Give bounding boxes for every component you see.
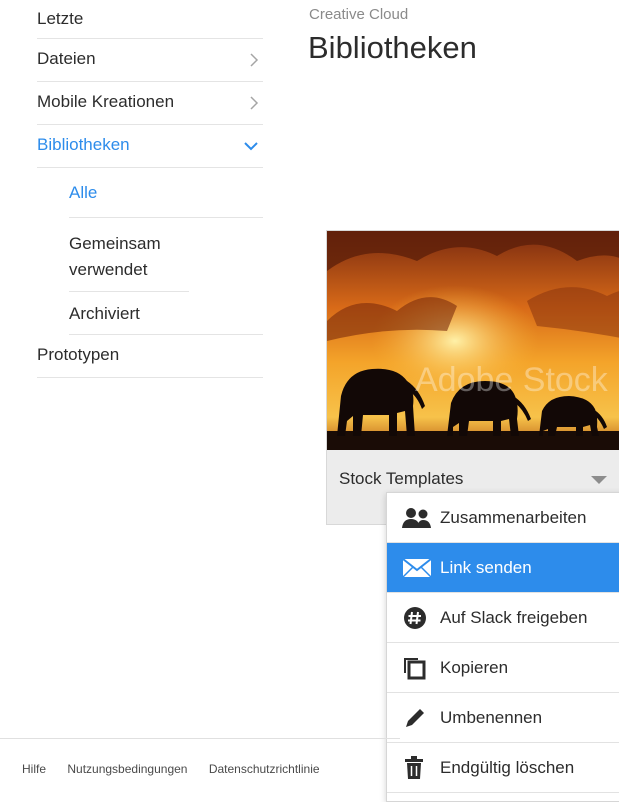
sidebar-item-label: Letzte	[37, 9, 84, 28]
breadcrumb[interactable]: Creative Cloud	[309, 6, 408, 23]
footer-divider	[0, 738, 400, 739]
menu-item-endgueltig-loeschen[interactable]: Endgültig löschen	[387, 743, 619, 793]
menu-item-label: Endgültig löschen	[440, 758, 575, 777]
sidebar: Letzte Dateien Mobile Kreationen Bibliot…	[37, 0, 263, 378]
library-name: Stock Templates	[339, 469, 464, 488]
menu-item-label: Umbenennen	[440, 708, 543, 727]
chevron-down-icon	[243, 125, 259, 165]
sidebar-item-mobile-kreationen[interactable]: Mobile Kreationen	[37, 82, 263, 125]
menu-item-auf-slack-freigeben[interactable]: Auf Slack freigeben	[387, 593, 619, 643]
sidebar-item-label: Dateien	[37, 49, 96, 68]
trash-icon	[402, 756, 430, 780]
sidebar-subitem-label: Gemeinsam verwendet	[69, 234, 161, 279]
sidebar-item-bibliotheken[interactable]: Bibliotheken	[37, 125, 263, 168]
pencil-icon	[402, 706, 430, 730]
footer-link-nutzungsbedingungen[interactable]: Nutzungsbedingungen	[67, 762, 187, 776]
menu-item-label: Zusammenarbeiten	[440, 508, 587, 527]
slack-icon	[402, 606, 430, 630]
page-title: Bibliotheken	[308, 30, 477, 65]
envelope-icon	[402, 556, 432, 580]
sidebar-item-label: Mobile Kreationen	[37, 92, 175, 111]
menu-item-umbenennen[interactable]: Umbenennen	[387, 693, 619, 743]
sidebar-item-prototypen[interactable]: Prototypen	[37, 335, 263, 378]
copy-icon	[402, 656, 430, 680]
menu-item-label: Auf Slack freigeben	[440, 608, 588, 627]
chevron-right-icon	[249, 39, 259, 79]
sidebar-subitem-label: Archiviert	[69, 304, 140, 323]
sidebar-item-letzte[interactable]: Letzte	[37, 0, 263, 39]
menu-item-zusammenarbeiten[interactable]: Zusammenarbeiten	[387, 493, 619, 543]
menu-item-kopieren[interactable]: Kopieren	[387, 643, 619, 693]
sidebar-item-label: Prototypen	[37, 345, 120, 364]
sidebar-item-label: Bibliotheken	[37, 135, 130, 154]
sidebar-subitem-alle[interactable]: Alle	[69, 168, 263, 218]
menu-item-link-senden[interactable]: Link senden	[387, 543, 619, 593]
library-card[interactable]: Adobe Stock Stock Templates	[326, 230, 619, 525]
people-icon	[402, 506, 431, 530]
footer: Hilfe Nutzungsbedingungen Datenschutzric…	[22, 762, 338, 776]
footer-link-hilfe[interactable]: Hilfe	[22, 762, 46, 776]
adobe-stock-watermark: Adobe Stock	[415, 361, 609, 399]
footer-link-datenschutzrichtlinie[interactable]: Datenschutzrichtlinie	[209, 762, 320, 776]
sidebar-subitem-gemeinsam-verwendet[interactable]: Gemeinsam verwendet	[69, 218, 189, 292]
sidebar-subitem-archiviert[interactable]: Archiviert	[69, 292, 263, 335]
sidebar-item-dateien[interactable]: Dateien	[37, 39, 263, 82]
chevron-down-icon[interactable]	[589, 473, 609, 487]
context-menu: Zusammenarbeiten Link senden Auf Slack f…	[386, 492, 619, 802]
menu-item-label: Link senden	[440, 558, 532, 577]
sidebar-subitem-label: Alle	[69, 183, 98, 202]
sunset-elephants-image: Adobe Stock	[327, 231, 619, 450]
chevron-right-icon	[249, 82, 259, 122]
menu-item-label: Kopieren	[440, 658, 509, 677]
